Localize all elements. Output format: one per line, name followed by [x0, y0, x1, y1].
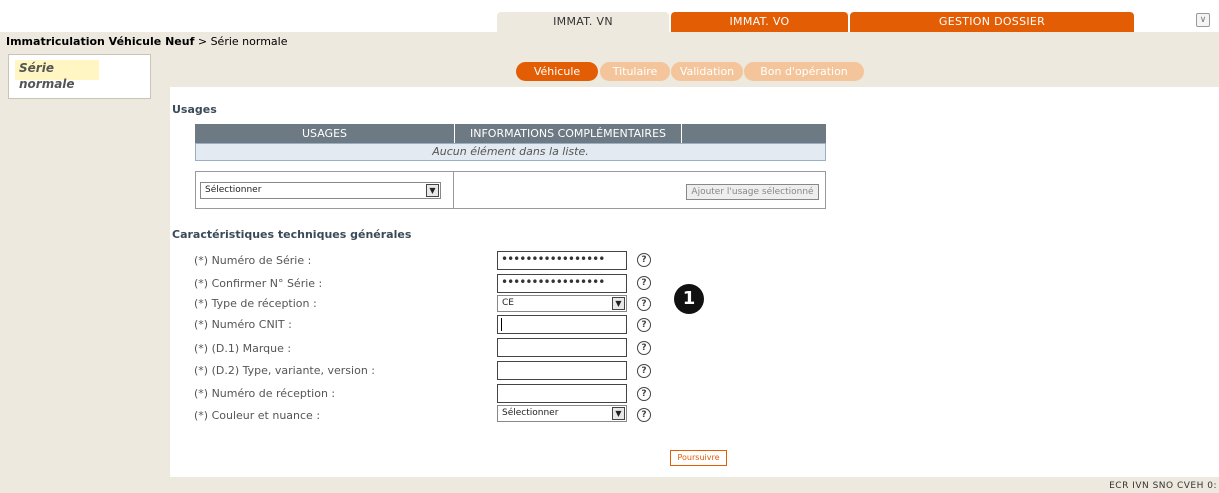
couleur-value: Sélectionner [502, 408, 559, 418]
help-icon[interactable]: ? [637, 364, 651, 378]
step-validation: Validation [671, 62, 743, 81]
usage-select-value: Sélectionner [205, 185, 262, 195]
type-variante-label: (*) (D.2) Type, variante, version : [194, 364, 375, 377]
help-icon[interactable]: ? [637, 297, 651, 311]
numero-reception-label: (*) Numéro de réception : [194, 387, 336, 400]
help-icon[interactable]: ? [637, 253, 651, 267]
step-titulaire: Titulaire [600, 62, 670, 81]
tab-immat-vo[interactable]: IMMAT. VO [671, 12, 848, 32]
usage-select[interactable]: Sélectionner ▼ [200, 182, 441, 199]
tab-immat-vn[interactable]: IMMAT. VN [497, 12, 669, 32]
column-usages: USAGES [301, 127, 348, 140]
usages-title: Usages [172, 103, 217, 116]
numero-cnit-field[interactable] [497, 315, 627, 334]
type-reception-select[interactable]: CE ▼ [497, 295, 627, 312]
callout-badge: 1 [674, 284, 704, 314]
column-informations: INFORMATIONS COMPLÉMENTAIRES [469, 127, 666, 140]
caracteristiques-title: Caractéristiques techniques générales [172, 228, 412, 241]
numero-cnit-label: (*) Numéro CNIT : [194, 318, 292, 331]
sidebar-item-label: Série normale [15, 60, 99, 91]
sidebar-item-serie-normale[interactable]: Série normale [8, 54, 151, 99]
screen-code: ECR IVN SNO CVEH 0: [1109, 481, 1217, 491]
type-variante-field[interactable] [497, 361, 627, 380]
usages-add-row-divider [453, 171, 454, 209]
help-icon[interactable]: ? [637, 276, 651, 290]
help-icon[interactable]: ? [637, 318, 651, 332]
help-icon[interactable]: ? [637, 387, 651, 401]
couleur-label: (*) Couleur et nuance : [194, 409, 321, 422]
marque-field[interactable] [497, 338, 627, 357]
tab-gestion-dossier[interactable]: GESTION DOSSIER [850, 12, 1134, 32]
marque-label: (*) (D.1) Marque : [194, 342, 292, 355]
text-cursor [501, 318, 502, 331]
poursuivre-button[interactable]: Poursuivre [670, 450, 727, 466]
numero-reception-field[interactable] [497, 384, 627, 403]
sidebar [0, 50, 162, 493]
type-reception-value: CE [502, 298, 514, 308]
type-reception-label: (*) Type de réception : [194, 297, 317, 310]
chevron-down-icon[interactable]: ▼ [612, 297, 625, 310]
step-bon-operation: Bon d'opération [744, 62, 864, 81]
breadcrumb-root[interactable]: Immatriculation Véhicule Neuf [6, 35, 194, 48]
collapse-icon[interactable]: ∨ [1196, 13, 1210, 27]
numero-serie-field[interactable]: ••••••••••••••••• [497, 251, 627, 270]
chevron-down-icon[interactable]: ▼ [426, 184, 439, 197]
breadcrumb-current: Série normale [210, 35, 288, 48]
usages-empty-row: Aucun élément dans la liste. [195, 143, 826, 161]
breadcrumb: Immatriculation Véhicule Neuf > Série no… [6, 35, 287, 48]
help-icon[interactable]: ? [637, 341, 651, 355]
step-vehicule[interactable]: Véhicule [516, 62, 598, 81]
breadcrumb-separator: > [194, 35, 211, 48]
numero-serie-label: (*) Numéro de Série : [194, 254, 312, 267]
couleur-select[interactable]: Sélectionner ▼ [497, 405, 627, 422]
confirmer-serie-field[interactable]: ••••••••••••••••• [497, 274, 627, 293]
add-usage-button[interactable]: Ajouter l'usage sélectionné [686, 184, 819, 200]
confirmer-serie-label: (*) Confirmer N° Série : [194, 277, 323, 290]
chevron-down-icon[interactable]: ▼ [612, 407, 625, 420]
help-icon[interactable]: ? [637, 408, 651, 422]
